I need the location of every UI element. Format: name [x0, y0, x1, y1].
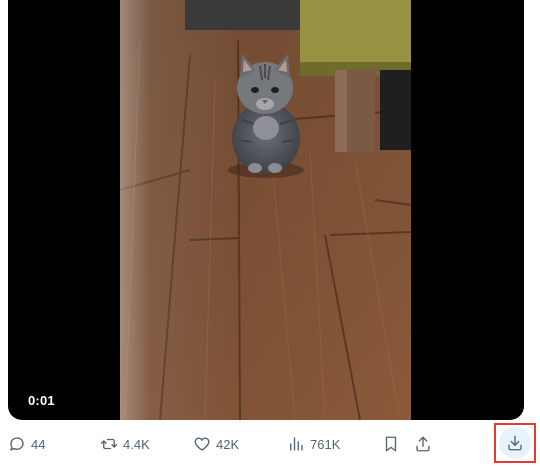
share-button[interactable] [414, 424, 432, 464]
views-button[interactable]: 761K [287, 424, 340, 464]
bar-chart-icon [290, 437, 303, 451]
heart-icon [194, 437, 210, 451]
kitten-video-image [120, 0, 411, 420]
share-icon [416, 436, 430, 452]
tweet-action-bar: 44 4.4K 42K 761K [0, 424, 540, 464]
like-count: 42K [216, 436, 240, 452]
repost-icon [100, 438, 118, 450]
repost-count: 4.4K [123, 436, 150, 452]
repost-button[interactable]: 4.4K [100, 424, 150, 464]
bookmark-button[interactable] [382, 424, 400, 464]
reply-count: 44 [31, 436, 46, 452]
tweet-media-view: 0:01 44 4.4K 42K 761K [0, 0, 540, 467]
download-button[interactable] [494, 423, 536, 463]
bookmark-icon [385, 436, 397, 452]
like-button[interactable]: 42K [193, 424, 239, 464]
video-timestamp: 0:01 [28, 393, 55, 408]
reply-button[interactable]: 44 [8, 424, 45, 464]
download-icon [508, 435, 522, 451]
comment-icon [10, 437, 24, 451]
video-frame [120, 0, 411, 420]
views-count: 761K [310, 436, 341, 452]
video-player[interactable]: 0:01 [8, 0, 524, 420]
download-button-hover-bg [499, 427, 531, 459]
